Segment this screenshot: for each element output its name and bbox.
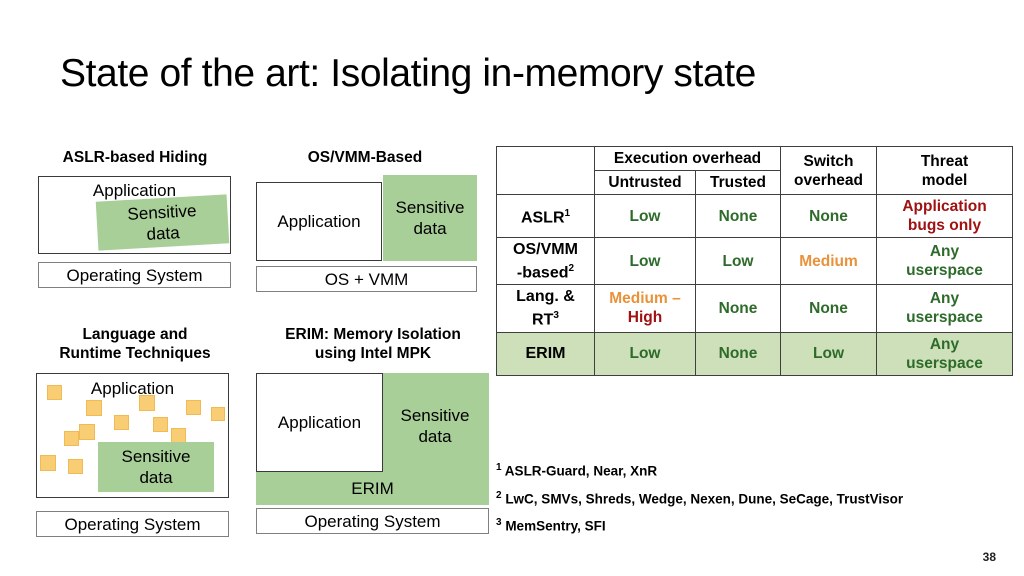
data-square [211,407,225,421]
data-square [68,459,83,474]
cell-trusted: None [694,284,782,333]
table-corner-cell [496,146,595,195]
value-part-medium: Medium – [609,290,681,308]
table-row: Lang. & RT3 Medium – High None None Any users… [496,284,1014,333]
langrt-os-box: Operating System [36,511,229,537]
footnote-item: 3 MemSentry, SFI [496,517,606,534]
osvmm-diagram-heading: OS/VMM-Based [307,149,423,166]
header-switch-overhead: Switch overhead [780,146,878,195]
footnote-marker: 2 [568,263,575,274]
table-body: ASLR1 Low None None Application bugs only OS/… [496,194,1014,376]
erim-heading-line1: ERIM: Memory Isolation [285,326,461,343]
cell-switch: Low [780,331,878,376]
aslr-os-label: Operating System [66,265,203,285]
cell-switch: Medium [780,236,878,286]
cell-threat: Any userspace [876,331,1014,376]
cell-switch: None [780,194,878,238]
table-row: ERIM Low None Low Any userspace [496,331,1014,376]
aslr-diagram-heading: ASLR-based Hiding [62,149,208,166]
footnote-item: 1 ASLR-Guard, Near, XnR [496,462,658,479]
langrt-sensitive-data-label: Sensitive data [121,447,191,487]
data-square [139,395,155,411]
data-square [86,400,102,416]
footnote-marker: 3 [553,310,559,322]
page-title: State of the art: Isolating in-memory st… [60,52,756,95]
cell-threat: Any userspace [876,236,1014,286]
table-row: OS/VMM -based2 Low Low Medium Any userspace [496,236,1014,286]
erim-diagram-heading: ERIM: Memory Isolation using Intel MPK [253,325,493,363]
header-untrusted: Untrusted [594,170,696,195]
cell-trusted: None [694,331,782,376]
erim-layer-label: ERIM [351,478,394,498]
data-square [47,385,62,400]
langrt-application-label: Application [90,379,175,398]
footnote-marker: 1 [564,208,571,220]
footnote-marker: 2 [496,489,502,501]
footnote-marker: 3 [496,517,502,528]
erim-application-label: Application [277,413,362,432]
header-execution-overhead: Execution overhead [593,146,782,171]
data-square [79,424,95,440]
langrt-sensitive-data-box: Sensitive data [98,442,214,492]
page-number: 38 [982,550,996,564]
cell-trusted: None [694,194,782,238]
osvmm-application-box: Application [256,182,382,261]
langrt-heading-line2: Runtime Techniques [59,345,211,362]
row-label: ERIM [496,331,595,376]
aslr-sensitive-data-box: Sensitive data [95,194,230,251]
erim-sensitive-data-label-wrap: Sensitive data [383,380,487,472]
data-square [186,400,201,415]
comparison-table: Execution overhead Switch overhead Threa… [496,146,1014,376]
table-header-row-1: Execution overhead Switch overhead Threa… [496,146,1014,195]
cell-threat: Any userspace [876,284,1014,333]
footnote-item: 2 LwC, SMVs, Shreds, Wedge, Nexen, Dune,… [496,489,904,507]
osvmm-application-label: Application [277,212,361,231]
osvmm-sensitive-data-label: Sensitive data [395,198,465,238]
header-threat-model: Threat model [876,146,1014,195]
cell-trusted: Low [694,236,782,286]
row-label: Lang. & RT3 [496,284,595,333]
erim-os-label: Operating System [304,511,441,531]
data-square [64,431,79,446]
footnotes-list: 1 ASLR-Guard, Near, XnR 2 LwC, SMVs, Shre… [496,456,1016,539]
langrt-os-label: Operating System [64,514,201,534]
table-row: ASLR1 Low None None Application bugs only [496,194,1014,238]
erim-heading-line2: using Intel MPK [314,345,432,362]
header-trusted: Trusted [694,170,782,195]
cell-untrusted: Medium – High [594,284,696,333]
erim-layer-label-wrap: ERIM [256,472,489,505]
erim-application-box: Application [256,373,383,472]
osvmm-sensitive-data-box: Sensitive data [383,175,477,261]
data-square [153,417,168,432]
footnote-marker: 1 [496,462,502,473]
osvmm-os-label: OS + VMM [324,269,409,289]
erim-os-box: Operating System [256,508,489,534]
cell-untrusted: Low [594,236,696,286]
erim-sensitive-data-label: Sensitive data [400,406,470,446]
row-label: ASLR1 [496,194,595,238]
data-square [40,455,56,471]
cell-untrusted: Low [594,194,696,238]
osvmm-os-box: OS + VMM [256,266,477,292]
langrt-heading-line1: Language and [82,326,188,343]
value-part-high: High [627,309,663,327]
cell-untrusted: Low [594,331,696,376]
data-square [114,415,129,430]
aslr-os-box: Operating System [38,262,231,288]
cell-switch: None [780,284,878,333]
data-square [171,428,186,443]
row-label: OS/VMM -based2 [496,236,595,286]
cell-threat: Application bugs only [876,194,1014,238]
aslr-sensitive-data-label: Sensitive data [126,200,197,244]
langrt-diagram-heading: Language and Runtime Techniques [30,325,240,363]
